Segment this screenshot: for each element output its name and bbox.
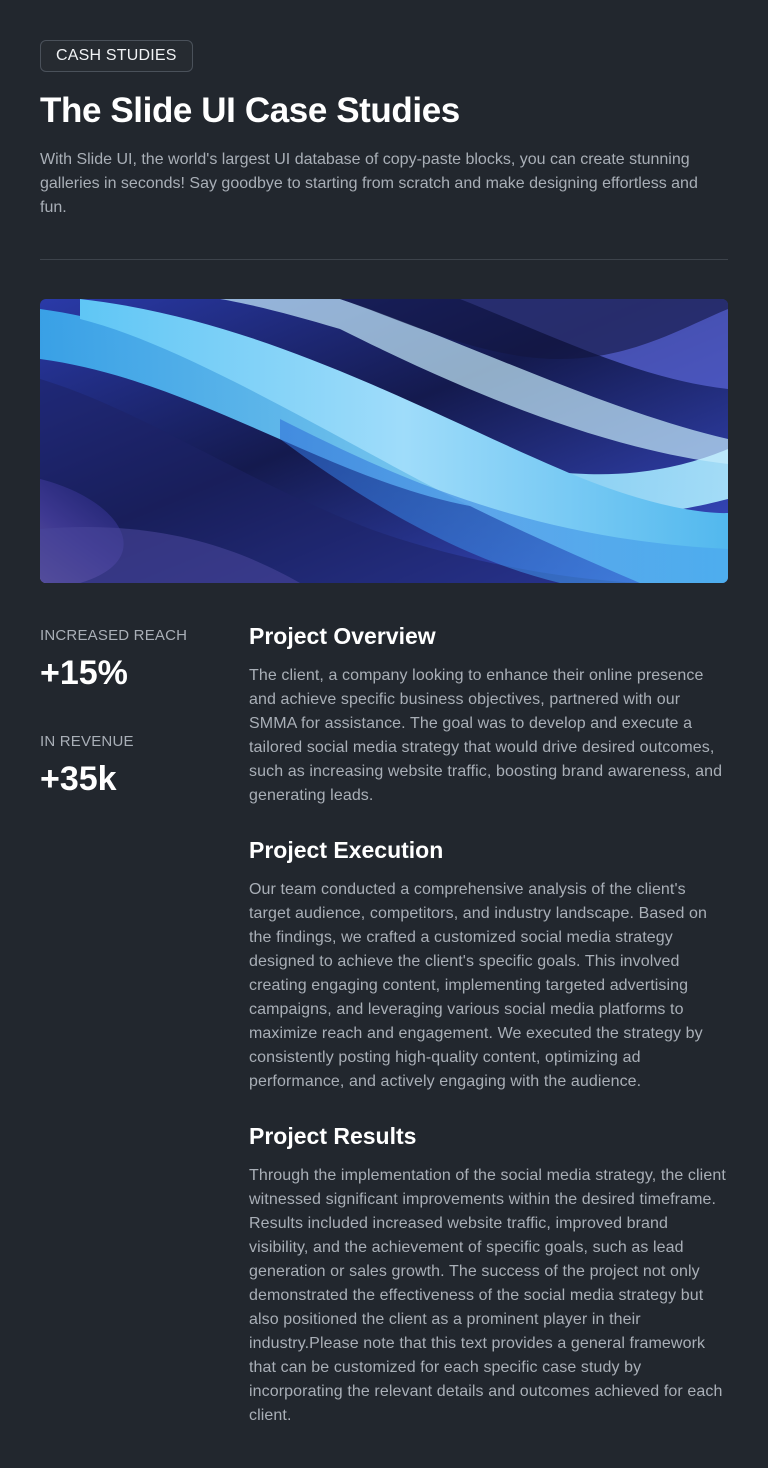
stat-value: +15% xyxy=(40,654,128,692)
case-study-page: CASH STUDIES The Slide UI Case Studies W… xyxy=(40,40,728,1428)
intro-text: With Slide UI, the world's largest UI da… xyxy=(40,151,698,216)
abstract-wave-image xyxy=(40,299,728,583)
section-body: Our team conducted a comprehensive analy… xyxy=(249,881,708,1090)
stat-value: +35k xyxy=(40,760,117,798)
section-execution: Project Execution Our team conducted a c… xyxy=(249,836,728,1094)
page-title: The Slide UI Case Studies xyxy=(40,91,460,130)
section-title: Project Execution xyxy=(249,837,444,863)
sections-column: Project Overview The client, a company l… xyxy=(249,623,728,1428)
section-results: Project Results Through the implementati… xyxy=(249,1122,728,1428)
content-area: INCREASED REACH +15% IN REVENUE +35k Pro… xyxy=(40,623,728,1428)
divider xyxy=(40,259,728,260)
stat-label: INCREASED REACH xyxy=(40,627,188,644)
category-badge: CASH STUDIES xyxy=(40,40,193,72)
stat-reach: INCREASED REACH +15% xyxy=(40,626,249,694)
section-body: Through the implementation of the social… xyxy=(249,1167,726,1424)
stat-revenue: IN REVENUE +35k xyxy=(40,732,249,800)
hero-image xyxy=(40,299,728,583)
section-body: The client, a company looking to enhance… xyxy=(249,667,723,804)
section-title: Project Results xyxy=(249,1123,417,1149)
section-title: Project Overview xyxy=(249,623,436,649)
stat-label: IN REVENUE xyxy=(40,733,134,750)
section-overview: Project Overview The client, a company l… xyxy=(249,622,728,808)
stats-column: INCREASED REACH +15% IN REVENUE +35k xyxy=(40,626,249,1428)
